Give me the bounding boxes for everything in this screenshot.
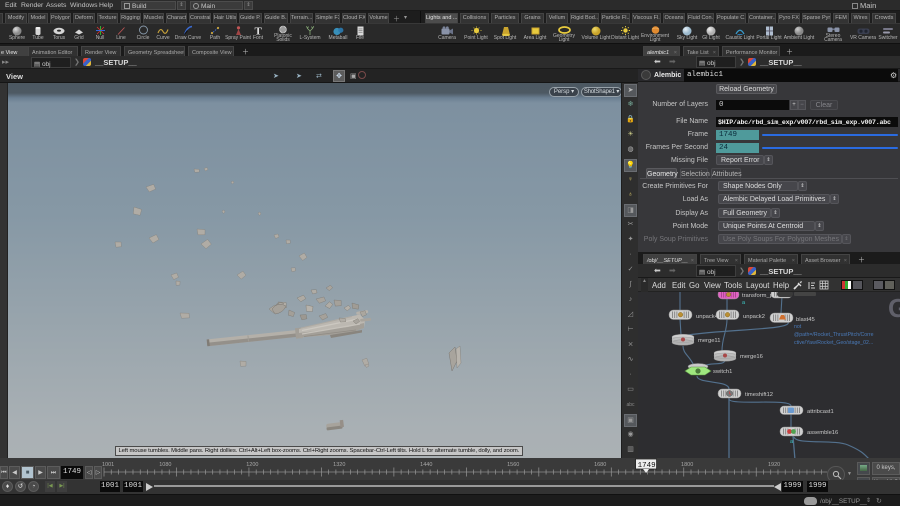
svg-text:1440: 1440 (420, 462, 432, 468)
svg-text:assemble16: assemble16 (807, 430, 838, 436)
svg-text:timeshift12: timeshift12 (745, 392, 773, 398)
svg-text:1320: 1320 (333, 462, 345, 468)
svg-text:a: a (742, 300, 746, 306)
svg-text:merge16: merge16 (740, 354, 763, 360)
svg-text:unpack2: unpack2 (743, 314, 765, 320)
svg-text:merge11: merge11 (698, 338, 720, 344)
svg-text:1560: 1560 (507, 462, 519, 468)
svg-text:1001: 1001 (102, 462, 114, 468)
svg-text:1920: 1920 (768, 462, 780, 468)
svg-text:G: G (888, 293, 900, 323)
svg-text:attribcast1: attribcast1 (807, 409, 834, 415)
svg-text:1749: 1749 (638, 462, 656, 470)
svg-text:@path=/Rocket_ThrustPitch/Corr: @path=/Rocket_ThrustPitch/Corre (794, 332, 874, 338)
svg-text:1200: 1200 (246, 462, 258, 468)
svg-text:not: not (794, 324, 802, 330)
svg-text:ctive/Yaw/Rocket_Geo/stage_02.: ctive/Yaw/Rocket_Geo/stage_02... (794, 340, 873, 346)
svg-text:1800: 1800 (681, 462, 693, 468)
svg-text:1680: 1680 (594, 462, 606, 468)
svg-text:1080: 1080 (159, 462, 171, 468)
svg-text:blast45: blast45 (796, 317, 815, 323)
svg-text:unpack4: unpack4 (696, 314, 719, 320)
svg-text:switch1: switch1 (713, 369, 732, 375)
